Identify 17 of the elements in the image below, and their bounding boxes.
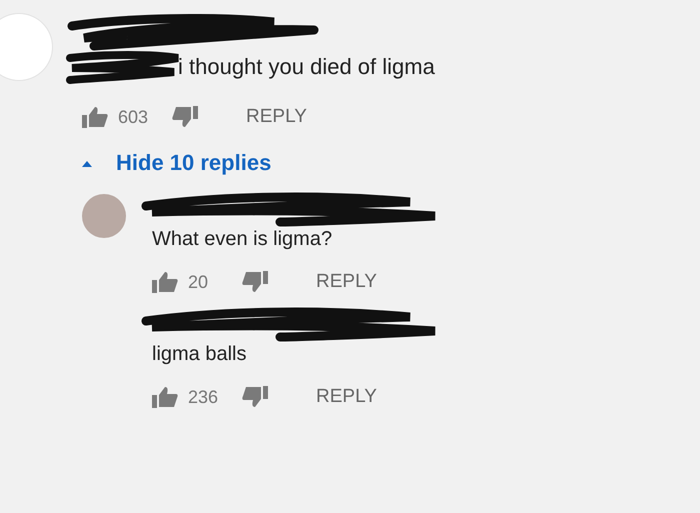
reply-button[interactable]: REPLY: [316, 386, 377, 408]
hide-replies-button[interactable]: Hide 10 replies: [80, 150, 272, 176]
thumbs-up-icon[interactable]: [152, 271, 178, 293]
thumbs-down-icon[interactable]: [242, 386, 268, 408]
thumbs-up-icon[interactable]: [82, 106, 108, 128]
comment-text: i thought you died of ligma: [178, 54, 435, 80]
like-count: 20: [188, 272, 210, 292]
reply-text: What even is ligma?: [152, 228, 334, 251]
avatar-photo-placeholder[interactable]: [82, 194, 126, 238]
thumbs-down-icon[interactable]: [172, 106, 198, 128]
like-count: 603: [118, 106, 150, 128]
reply-text: ligma balls: [152, 343, 248, 366]
thumbs-down-icon[interactable]: [242, 271, 268, 293]
thumbs-up-icon[interactable]: [152, 386, 178, 408]
reply-button[interactable]: REPLY: [316, 271, 377, 293]
like-count: 236: [188, 386, 220, 408]
reply-button[interactable]: REPLY: [246, 106, 307, 128]
